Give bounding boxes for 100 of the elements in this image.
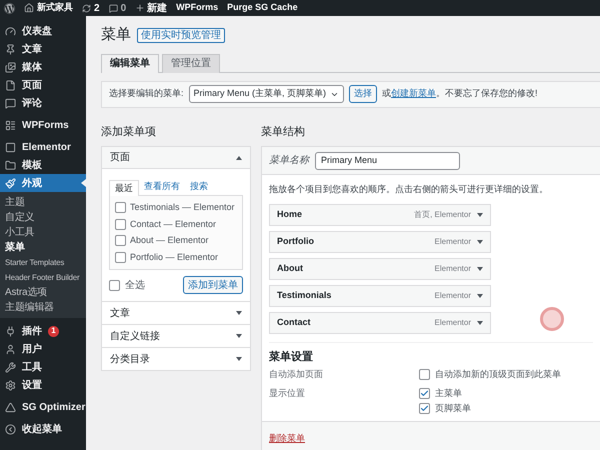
checkbox[interactable] [419, 369, 430, 380]
expand-arrow-icon[interactable] [477, 266, 483, 270]
toolbar-link[interactable]: WPForms [176, 1, 218, 15]
checkbox[interactable] [419, 403, 430, 414]
sidebar-item[interactable]: 页面 [0, 76, 86, 94]
save-reminder-text: 。不要忘了保存您的修改! [436, 87, 538, 100]
or-text: 或 [382, 87, 392, 100]
item-type: Elementor [434, 262, 471, 274]
sidebar-item[interactable]: 外观 [0, 174, 86, 192]
current-arrow-icon [81, 179, 86, 187]
square-icon [5, 142, 16, 152]
checkbox[interactable] [115, 235, 126, 246]
tab[interactable]: 最近 [109, 180, 139, 196]
checkbox-label: Testimonials — Elementor [130, 201, 235, 214]
add-to-menu-button[interactable]: 添加到菜单 [183, 276, 243, 294]
images-icon [5, 62, 16, 72]
collapse-icon [5, 424, 16, 434]
menu-item-bar[interactable]: Portfolio Elementor [269, 230, 491, 252]
menu-item-bar[interactable]: Contact Elementor [269, 312, 491, 334]
page-title: 菜单 [101, 25, 131, 45]
select-button[interactable]: 选择 [349, 85, 378, 103]
collapse-arrow-icon [236, 156, 242, 160]
accordion-header[interactable]: 分类目录 [102, 348, 250, 370]
tab[interactable]: 搜索 [185, 179, 213, 195]
submenu-item[interactable]: Starter Templates [0, 255, 86, 270]
selector-label: 选择要编辑的菜单: [109, 87, 184, 100]
checkbox[interactable] [115, 202, 126, 214]
sidebar-item[interactable]: 收起菜单 [0, 420, 86, 438]
logo-icon[interactable] [4, 2, 15, 14]
checkbox-label: 全选 [125, 278, 145, 292]
home-icon [24, 3, 34, 13]
section-heading: 添加菜单项 [101, 124, 157, 140]
expand-arrow-icon[interactable] [477, 294, 483, 298]
sidebar-item[interactable]: SG Optimizer [0, 398, 86, 416]
refresh-icon [82, 4, 91, 12]
checkbox[interactable] [115, 252, 126, 263]
page-icon [5, 80, 16, 90]
sidebar-item[interactable]: 插件 1 [0, 322, 86, 340]
site-name-link[interactable]: 新式家具 [37, 1, 73, 15]
create-menu-link[interactable]: 创建新菜单 [391, 87, 436, 101]
updates-count[interactable]: 2 [94, 0, 100, 16]
expand-arrow-icon[interactable] [477, 240, 483, 244]
submenu-item[interactable]: 主题 [0, 195, 86, 210]
item-type: Elementor [434, 236, 471, 248]
tab[interactable]: 查看所有 [139, 179, 185, 195]
gauge-icon [5, 26, 16, 36]
comments-count[interactable]: 0 [120, 0, 126, 16]
item-type: Elementor [434, 290, 471, 302]
sidebar-item[interactable]: 仪表盘 [0, 22, 86, 40]
plug-icon [5, 326, 16, 336]
checkbox-label: Contact — Elementor [130, 218, 216, 230]
item-type: 首页, Elementor [414, 208, 471, 220]
accordion-header[interactable]: 页面 [102, 147, 250, 169]
sidebar-item[interactable]: 工具 [0, 358, 86, 376]
sidebar-item[interactable]: 媒体 [0, 58, 86, 76]
submenu-item[interactable]: 小工具 [0, 225, 86, 240]
live-preview-button[interactable]: 使用实时预览管理 [137, 28, 225, 43]
accordion-header[interactable]: 自定义链接 [102, 325, 250, 347]
nav-tab[interactable]: 编辑菜单 [101, 54, 159, 72]
accordion-header[interactable]: 文章 [102, 302, 250, 324]
checkbox[interactable] [419, 388, 430, 399]
sidebar-item[interactable]: 设置 [0, 376, 86, 394]
sidebar-item[interactable]: 评论 [0, 94, 86, 112]
menu-item-bar[interactable]: Home 首页, Elementor [269, 204, 491, 226]
menu-select[interactable]: Primary Menu (主菜单, 页脚菜单) [188, 85, 344, 103]
expand-arrow-icon[interactable] [477, 320, 483, 324]
settings-icon [5, 380, 16, 390]
delete-menu-link[interactable]: 删除菜单 [269, 432, 305, 442]
checkbox[interactable] [109, 280, 120, 290]
settings-heading: 菜单设置 [269, 350, 314, 364]
checkbox-label: 页脚菜单 [435, 402, 471, 415]
checkbox-label: 主菜单 [435, 386, 462, 400]
submenu-item[interactable]: Astra选项 [0, 285, 86, 300]
pin-icon [5, 44, 16, 54]
comment-icon [5, 98, 16, 108]
sidebar-item[interactable]: 文章 [0, 40, 86, 58]
checkbox[interactable] [115, 218, 126, 230]
menu-item-bar[interactable]: About Elementor [269, 258, 491, 280]
sidebar-item[interactable]: WPForms [0, 116, 86, 134]
menu-item-bar[interactable]: Testimonials Elementor [269, 284, 491, 306]
brush-icon [5, 178, 16, 188]
triangle-icon [5, 402, 16, 412]
sidebar-item[interactable]: 用户 [0, 340, 86, 358]
expand-arrow-icon[interactable] [477, 212, 483, 216]
field-label: 菜单名称 [269, 154, 309, 168]
toolbar-link[interactable]: Purge SG Cache [227, 1, 298, 15]
submenu-item[interactable]: 主题编辑器 [0, 300, 86, 315]
menu-name-input[interactable]: Primary Menu [315, 152, 460, 170]
submenu-item[interactable]: Header Footer Builder [0, 270, 86, 285]
sidebar-item[interactable]: Elementor [0, 138, 86, 156]
user-icon [5, 344, 16, 354]
nav-tab[interactable]: 管理位置 [162, 54, 220, 72]
folder-icon [5, 160, 16, 170]
checkbox-label: Portfolio — Elementor [130, 250, 218, 264]
section-heading: 菜单结构 [261, 124, 306, 140]
submenu-item[interactable]: 自定义 [0, 210, 86, 225]
checkbox-label: About — Elementor [130, 234, 209, 247]
submenu-item[interactable]: 菜单 [0, 240, 86, 255]
sidebar-item[interactable]: 模板 [0, 156, 86, 174]
new-link[interactable]: 新建 [147, 0, 168, 16]
